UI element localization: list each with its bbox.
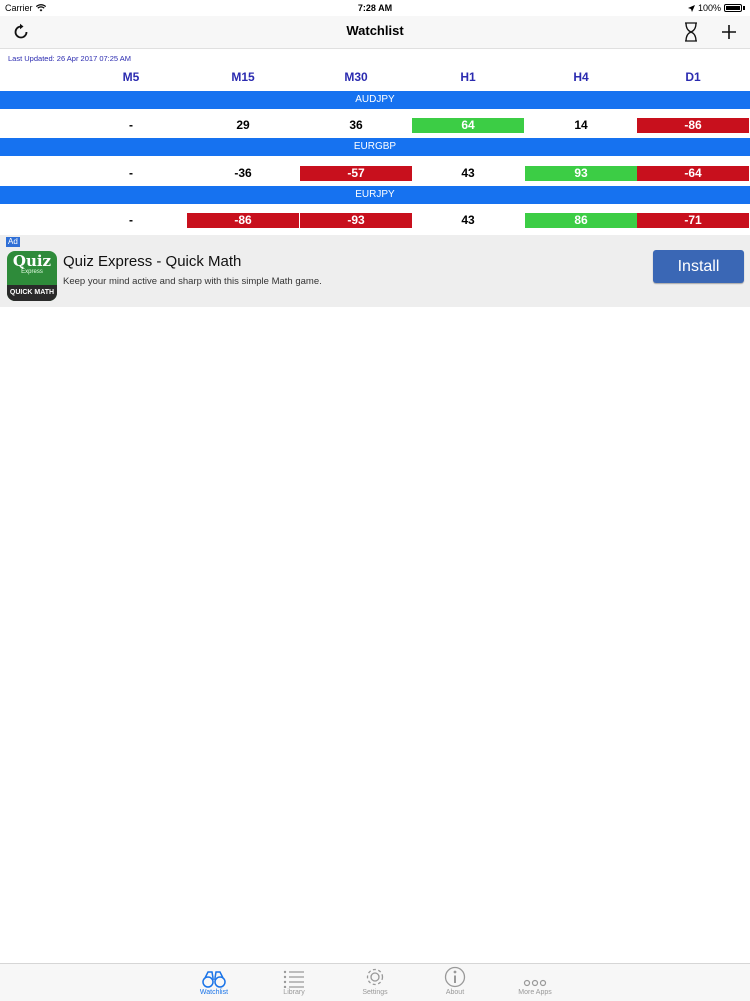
app-icon-banner: QUICK MATH bbox=[7, 285, 57, 301]
tab-more-apps[interactable]: More Apps bbox=[505, 964, 565, 1001]
value-cell: -64 bbox=[637, 158, 749, 188]
tab-settings[interactable]: Settings bbox=[345, 964, 405, 1001]
tab-about[interactable]: About bbox=[425, 964, 485, 1001]
value-chip: -86 bbox=[187, 212, 299, 228]
ad-badge: Ad bbox=[6, 237, 20, 247]
page-title: Watchlist bbox=[346, 23, 404, 38]
app-icon-title: Quiz bbox=[12, 252, 52, 270]
value-chip: 86 bbox=[525, 212, 637, 228]
column-header-d1: D1 bbox=[685, 70, 701, 84]
value-chip: -57 bbox=[300, 165, 412, 181]
value-cell: 29 bbox=[187, 110, 299, 140]
status-time: 7:28 AM bbox=[357, 3, 393, 13]
value-chip: - bbox=[129, 117, 133, 132]
value-chip: 36 bbox=[349, 117, 363, 132]
hourglass-icon[interactable] bbox=[679, 20, 703, 44]
location-icon bbox=[687, 4, 695, 12]
tab-label: Settings bbox=[362, 989, 388, 996]
column-header-m5: M5 bbox=[122, 70, 140, 84]
value-chip: -86 bbox=[637, 117, 749, 133]
column-headers: M5 M15 M30 H1 H4 D1 bbox=[0, 70, 750, 88]
install-button[interactable]: Install bbox=[653, 250, 744, 283]
pair-header-eurgbp[interactable]: EURGBP bbox=[0, 138, 750, 156]
column-header-m30: M30 bbox=[344, 70, 368, 84]
info-icon bbox=[444, 966, 466, 988]
value-cell: -57 bbox=[300, 158, 412, 188]
value-cell: 43 bbox=[412, 205, 524, 235]
tab-bar: Watchlist Library Settings About More Ap… bbox=[0, 963, 750, 1001]
pair-values-row[interactable]: - 29 36 64 14 -86 bbox=[0, 110, 750, 140]
column-header-h4: H4 bbox=[573, 70, 589, 84]
pair-values-row[interactable]: - -86 -93 43 86 -71 bbox=[0, 205, 750, 235]
value-cell: - bbox=[75, 205, 187, 235]
tab-library[interactable]: Library bbox=[264, 964, 324, 1001]
value-cell: -93 bbox=[300, 205, 412, 235]
column-header-m15: M15 bbox=[231, 70, 255, 84]
value-cell: -86 bbox=[187, 205, 299, 235]
app-icon-subtitle: Express bbox=[21, 269, 43, 275]
more-icon bbox=[523, 979, 547, 987]
tab-label: About bbox=[445, 989, 465, 996]
plus-icon[interactable] bbox=[717, 20, 741, 44]
tab-label: More Apps bbox=[518, 989, 552, 996]
ad-subtitle: Keep your mind active and sharp with thi… bbox=[63, 276, 322, 287]
value-chip: - bbox=[129, 212, 133, 227]
ad-banner[interactable]: Ad Quiz Express QUICK MATH Quiz Express … bbox=[0, 235, 750, 307]
last-updated-label: Last Updated: 26 Apr 2017 07:25 AM bbox=[8, 54, 132, 63]
value-cell: -86 bbox=[637, 110, 749, 140]
value-chip: 43 bbox=[461, 165, 475, 180]
pair-values-row[interactable]: - -36 -57 43 93 -64 bbox=[0, 158, 750, 188]
value-chip: -71 bbox=[637, 212, 749, 228]
value-cell: 93 bbox=[525, 158, 637, 188]
value-cell: - bbox=[75, 110, 187, 140]
value-chip: 93 bbox=[525, 165, 637, 181]
value-chip: - bbox=[129, 165, 133, 180]
value-cell: -36 bbox=[187, 158, 299, 188]
value-chip: 64 bbox=[412, 117, 524, 133]
value-cell: - bbox=[75, 158, 187, 188]
value-chip: 43 bbox=[461, 212, 475, 227]
value-chip: 14 bbox=[574, 117, 588, 132]
gear-icon bbox=[366, 968, 384, 986]
value-cell: 36 bbox=[300, 110, 412, 140]
value-chip: 29 bbox=[236, 117, 250, 132]
value-cell: -71 bbox=[637, 205, 749, 235]
app-icon[interactable]: Quiz Express QUICK MATH bbox=[7, 251, 57, 301]
value-cell: 43 bbox=[412, 158, 524, 188]
value-cell: 86 bbox=[525, 205, 637, 235]
tab-watchlist[interactable]: Watchlist bbox=[184, 964, 244, 1001]
list-icon bbox=[283, 970, 304, 988]
value-cell: 64 bbox=[412, 110, 524, 140]
tab-label: Library bbox=[283, 989, 305, 996]
binoculars-icon bbox=[202, 971, 226, 988]
ad-title[interactable]: Quiz Express - Quick Math bbox=[63, 253, 241, 270]
pair-header-audjpy[interactable]: AUDJPY bbox=[0, 91, 750, 109]
column-header-h1: H1 bbox=[460, 70, 476, 84]
status-bar: Carrier 7:28 AM 100% bbox=[0, 0, 750, 16]
value-chip: -93 bbox=[300, 212, 412, 228]
battery-percent: 100% bbox=[697, 3, 721, 13]
navigation-bar: Watchlist bbox=[0, 16, 750, 49]
value-chip: -36 bbox=[234, 165, 252, 180]
battery-icon bbox=[724, 4, 742, 12]
value-chip: -64 bbox=[637, 165, 749, 181]
tab-label: Watchlist bbox=[199, 989, 229, 996]
pair-header-eurjpy[interactable]: EURJPY bbox=[0, 186, 750, 204]
value-cell: 14 bbox=[525, 110, 637, 140]
